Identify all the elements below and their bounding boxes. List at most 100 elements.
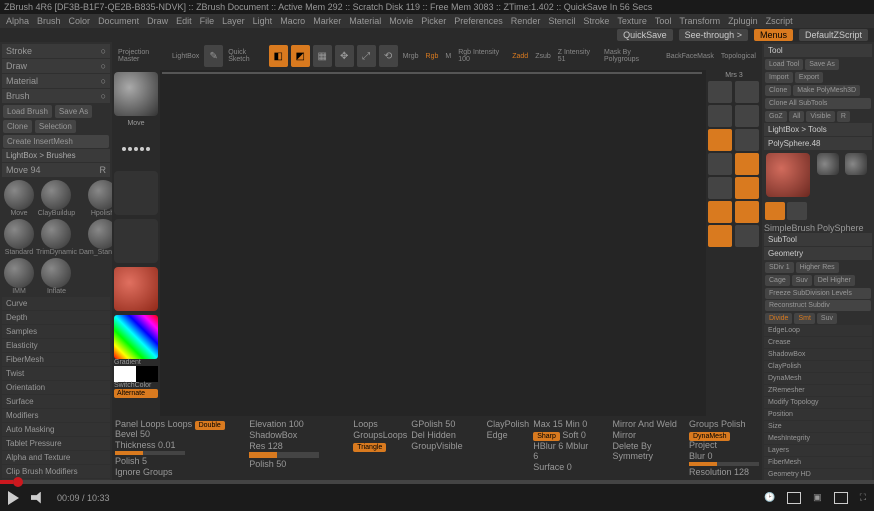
del-higher-button[interactable]: Del Higher xyxy=(814,275,855,286)
import-button[interactable]: Import xyxy=(765,72,793,83)
goz-button[interactable]: GoZ xyxy=(765,111,787,122)
xpose-icon[interactable] xyxy=(708,177,732,199)
menu-layer[interactable]: Layer xyxy=(222,16,245,26)
brush-thumb[interactable]: ClayBuildup xyxy=(36,180,77,217)
tool-thumb-cylinder[interactable] xyxy=(817,153,839,175)
texture-preview[interactable] xyxy=(114,219,158,263)
claypolish-button[interactable]: ClayPolish xyxy=(487,419,530,429)
sdiv-slider[interactable]: SDiv 1 xyxy=(765,262,794,273)
xyz-icon[interactable] xyxy=(735,225,759,247)
brush-section[interactable]: Brush○ xyxy=(2,89,110,103)
menu-tool[interactable]: Tool xyxy=(655,16,672,26)
menu-marker[interactable]: Marker xyxy=(313,16,341,26)
groups-toggle[interactable]: Groups xyxy=(689,419,719,429)
color-swatches[interactable] xyxy=(114,366,158,382)
brush-thumb[interactable]: Hpolish xyxy=(79,180,112,217)
selection-button[interactable]: Selection xyxy=(35,120,76,133)
menu-picker[interactable]: Picker xyxy=(421,16,446,26)
defaultzscript-button[interactable]: DefaultZScript xyxy=(799,29,868,41)
list-item[interactable]: Curve xyxy=(2,297,110,310)
res-slider[interactable]: Res 128 xyxy=(249,441,319,451)
goz-r-button[interactable]: R xyxy=(837,111,850,122)
tool-thumb-active[interactable] xyxy=(766,153,810,197)
list-item[interactable]: ZRemesher xyxy=(764,385,872,396)
smt-toggle[interactable]: Smt xyxy=(794,313,814,324)
triangle-toggle[interactable]: Triangle xyxy=(353,443,386,452)
menu-edit[interactable]: Edit xyxy=(176,16,192,26)
list-item[interactable]: Orientation xyxy=(2,381,110,394)
groupvisible-button[interactable]: GroupVisible xyxy=(411,441,462,451)
list-item[interactable]: MeshIntegrity xyxy=(764,433,872,444)
elevation-slider[interactable] xyxy=(115,451,185,455)
menu-draw[interactable]: Draw xyxy=(147,16,168,26)
menu-movie[interactable]: Movie xyxy=(389,16,413,26)
del-hidden-button[interactable]: Del Hidden xyxy=(411,430,462,440)
bpr-icon[interactable]: ◧ xyxy=(269,45,288,67)
list-item[interactable]: Auto Masking xyxy=(2,423,110,436)
brush-preview[interactable] xyxy=(114,72,158,116)
list-item[interactable]: ShadowBox xyxy=(764,349,872,360)
youtube-icon[interactable]: ▣ xyxy=(813,492,822,503)
cage-button[interactable]: Cage xyxy=(765,275,790,286)
move-nav-icon[interactable] xyxy=(708,201,732,223)
move-slider[interactable]: Move 94R xyxy=(2,163,110,177)
menu-stroke[interactable]: Stroke xyxy=(583,16,609,26)
double-toggle[interactable]: Double xyxy=(195,421,225,430)
panel-loops-button[interactable]: Panel Loops xyxy=(115,419,165,429)
quicksketch-icon[interactable]: ✎ xyxy=(204,45,223,67)
brush-thumb[interactable]: IMM xyxy=(4,258,34,295)
list-item[interactable]: FiberMesh xyxy=(764,457,872,468)
reconstruct-subdiv-button[interactable]: Reconstruct Subdiv xyxy=(765,300,871,311)
list-item[interactable]: Geometry HD xyxy=(764,469,872,480)
tool-header[interactable]: Tool xyxy=(764,44,872,57)
rgb-intensity-slider[interactable]: Rgb Intensity 100 xyxy=(456,49,507,63)
list-item[interactable]: Samples xyxy=(2,325,110,338)
list-item[interactable]: Modify Topology xyxy=(764,397,872,408)
zsub-button[interactable]: Zsub xyxy=(533,53,553,60)
alternate-button[interactable]: Alternate xyxy=(114,389,158,398)
divide-button[interactable]: Divide xyxy=(765,313,792,324)
menu-preferences[interactable]: Preferences xyxy=(454,16,503,26)
brush-thumb[interactable]: Dam_Standard xyxy=(79,219,112,256)
list-item[interactable]: Position xyxy=(764,409,872,420)
list-item[interactable]: DynaMesh xyxy=(764,373,872,384)
material-preview[interactable] xyxy=(114,267,158,311)
draw-section[interactable]: Draw○ xyxy=(2,59,110,73)
menu-zplugin[interactable]: Zplugin xyxy=(728,16,758,26)
suv2-toggle[interactable]: Suv xyxy=(817,313,837,324)
list-item[interactable]: FiberMesh xyxy=(2,353,110,366)
menu-texture[interactable]: Texture xyxy=(617,16,647,26)
mirror-weld-button[interactable]: Mirror And Weld xyxy=(612,419,685,429)
export-button[interactable]: Export xyxy=(795,72,823,83)
rotate-nav-icon[interactable] xyxy=(708,225,732,247)
list-item[interactable]: Tablet Pressure xyxy=(2,437,110,450)
mrgb-button[interactable]: Mrgb xyxy=(401,53,421,60)
lightbox-brushes-header[interactable]: LightBox > Brushes xyxy=(2,149,110,162)
watch-later-icon[interactable]: 🕑 xyxy=(764,492,775,503)
backfacemask[interactable]: BackFaceMask xyxy=(664,53,716,60)
move-icon[interactable]: ✥ xyxy=(335,45,354,67)
actual-icon[interactable] xyxy=(708,105,732,127)
scale-nav-icon[interactable] xyxy=(735,201,759,223)
scroll-icon[interactable] xyxy=(708,81,732,103)
menu-light[interactable]: Light xyxy=(253,16,273,26)
list-item[interactable]: Surface xyxy=(2,395,110,408)
resolution-slider[interactable] xyxy=(689,462,759,466)
list-item[interactable]: Crease xyxy=(764,337,872,348)
lightbox-tools-header[interactable]: LightBox > Tools xyxy=(764,123,872,136)
list-item[interactable]: Modifiers xyxy=(2,409,110,422)
brush-thumb[interactable]: TrimDynamic xyxy=(36,219,77,256)
polysphere-mesh[interactable] xyxy=(341,72,501,74)
settings-icon[interactable] xyxy=(787,492,801,504)
fullscreen-icon[interactable]: ⛶ xyxy=(860,492,866,503)
list-item[interactable]: ClayPolish xyxy=(764,361,872,372)
persp-icon[interactable] xyxy=(708,129,732,151)
higher-res-button[interactable]: Higher Res xyxy=(796,262,839,273)
simplebrush-icon[interactable] xyxy=(765,202,785,220)
menu-render[interactable]: Render xyxy=(511,16,541,26)
viewport[interactable] xyxy=(162,72,702,74)
list-item[interactable]: EdgeLoop xyxy=(764,325,872,336)
project-toggle[interactable]: Project xyxy=(689,440,717,450)
floor-icon[interactable] xyxy=(735,129,759,151)
menu-material[interactable]: Material xyxy=(349,16,381,26)
